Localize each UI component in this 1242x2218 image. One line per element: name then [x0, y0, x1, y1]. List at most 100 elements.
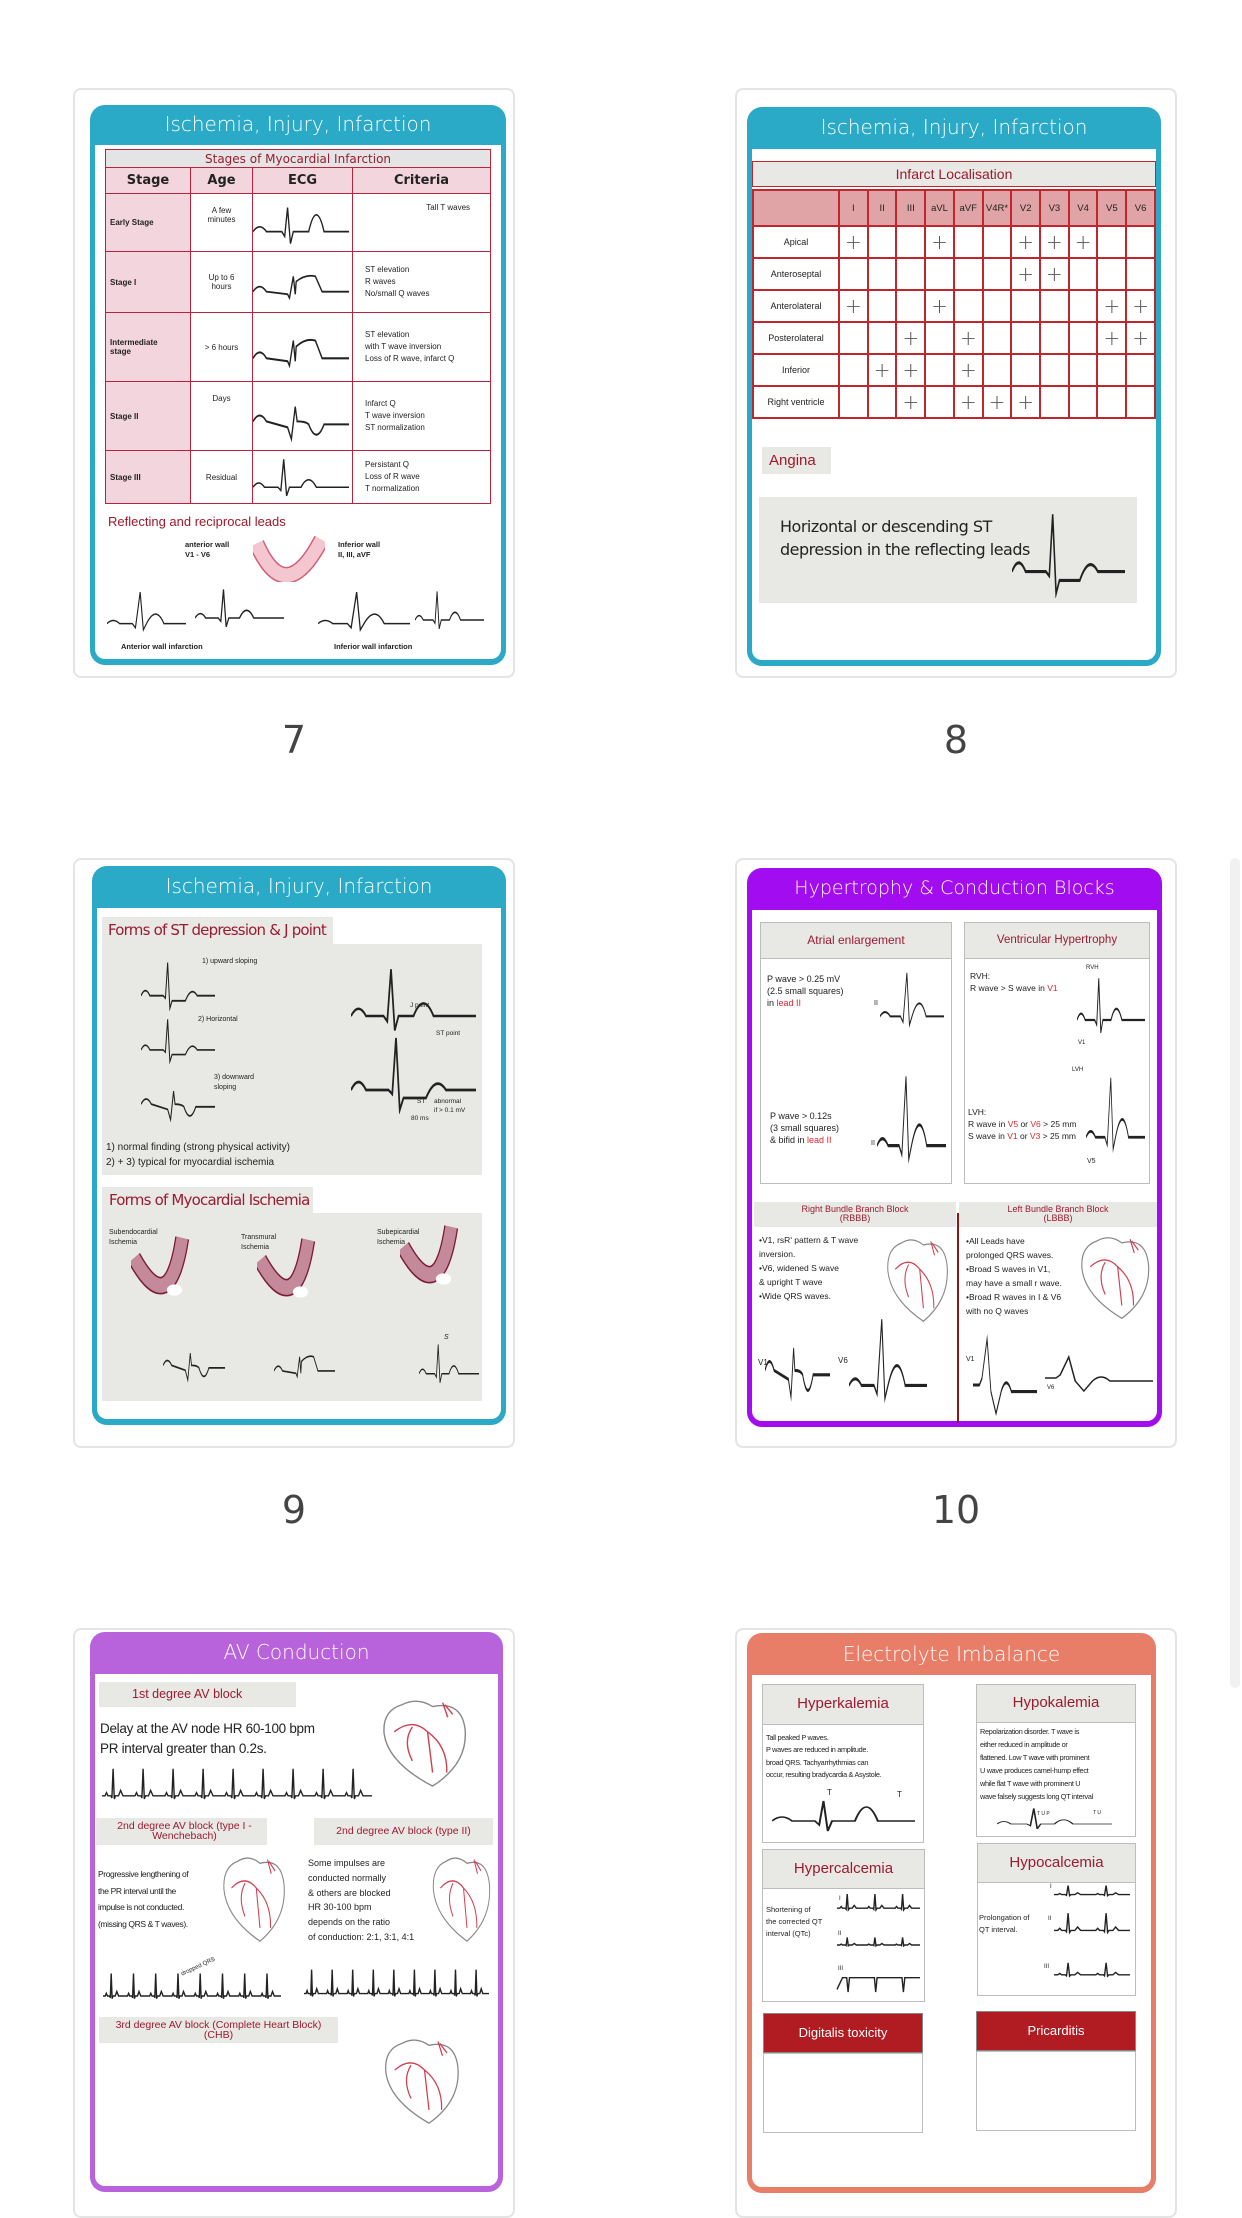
- ecg-lead-iii-icon: [837, 1975, 920, 1993]
- page-thumbnail-7[interactable]: Ischemia, Injury, Infarction Stages of M…: [73, 88, 515, 678]
- heart-conduction-icon: [879, 1232, 953, 1325]
- lead-cell: [1067, 321, 1099, 355]
- note-1: 1) normal finding (strong physical activ…: [106, 1142, 290, 1153]
- ecg-downward-icon: [141, 1073, 215, 1125]
- third-degree-title: 3rd degree AV block (Complete Heart Bloc…: [99, 2017, 338, 2043]
- rbbb-text: •V1, rsR' pattern & T wave inversion. •V…: [759, 1235, 859, 1301]
- plus-mark: +: [1017, 230, 1035, 254]
- ecg-lead-ii-icon: [837, 1937, 920, 1947]
- lead-cell: [981, 289, 1013, 323]
- lead-cell: [924, 321, 955, 355]
- lead-label: III: [1044, 1964, 1050, 1970]
- lead-cell: +: [1010, 257, 1042, 291]
- criteria-cell: Persistant Q Loss of R wave T normalizat…: [351, 450, 492, 504]
- second-degree-type1-text: Progressive lengthening of the PR interv…: [98, 1869, 189, 1929]
- lead-cell: [866, 289, 898, 323]
- lead-cell: +: [838, 225, 869, 259]
- ecg-lead-ii-icon: [1054, 1912, 1130, 1935]
- lead-cell: [1067, 257, 1099, 291]
- box-title: Hypocalcemia: [978, 1844, 1135, 1883]
- lead-highlight: V3: [1029, 1131, 1041, 1141]
- region-label: Posterolateral: [752, 321, 840, 355]
- box-title: Hyperkalemia: [763, 1685, 923, 1725]
- lead-cell: [924, 353, 955, 387]
- table-title: Infarct Localisation: [752, 161, 1156, 187]
- box-title: Ventricular Hypertrophy: [965, 923, 1149, 959]
- inferior-wall-label: Inferior wall II, III, aVF: [338, 540, 381, 559]
- stage-cell: Stage III: [105, 450, 191, 504]
- text: > 25 mm: [1040, 1119, 1077, 1129]
- age-cell: Days: [190, 381, 253, 451]
- column-header: Criteria: [351, 167, 492, 194]
- ecg-strip-path: [1054, 1886, 1130, 1896]
- page-thumbnail-10[interactable]: Hypertrophy & Conduction Blocks Atrial e…: [735, 858, 1177, 1448]
- table-row: Posterolateral + + + +: [752, 321, 1156, 355]
- tu-labels: T U: [1093, 1810, 1101, 1816]
- lead-highlight: V1: [1047, 983, 1058, 993]
- text: or: [1017, 1131, 1030, 1141]
- lead-cell: +: [952, 385, 984, 419]
- lead-cell: [838, 385, 869, 419]
- lead-header: aVL: [924, 189, 955, 227]
- plus-mark: +: [931, 230, 948, 254]
- lead-header: II: [866, 189, 898, 227]
- lead-highlight: lead II: [807, 1135, 832, 1145]
- plus-mark: +: [902, 390, 920, 414]
- first-degree-title: 1st degree AV block: [99, 1682, 296, 1707]
- lead-cell: +: [1096, 289, 1128, 323]
- region-label: Anterolateral: [752, 289, 840, 323]
- ecg-2-icon: [253, 317, 349, 376]
- ecg-subendocardial-icon: [163, 1336, 225, 1385]
- lbbb-title: Left Bundle Branch Block (LBBB): [959, 1202, 1157, 1227]
- ecg-strip-path: [1054, 1963, 1130, 1976]
- scrollbar[interactable]: [1230, 858, 1240, 1688]
- lead-cell: +: [924, 289, 955, 323]
- t-label: T: [827, 1788, 832, 1797]
- ecg-strip-wenckebach-icon: [103, 1972, 281, 2002]
- section-title: Forms of Myocardial Ischemia: [102, 1187, 313, 1214]
- ecg-p-pulmonale-icon: [880, 970, 944, 1028]
- angina-label: Angina: [762, 447, 831, 474]
- heart-conduction-icon: [372, 1693, 473, 1790]
- ecg-strip-path: [1054, 1913, 1130, 1932]
- heart-conduction-icon: [1072, 1230, 1155, 1322]
- plus-mark: +: [988, 390, 1006, 414]
- lvh-label: LVH: [1072, 1067, 1084, 1073]
- ecg-lvh-icon: [1086, 1074, 1145, 1153]
- page-thumbnail-11[interactable]: AV Conduction 1st degree AV block Delay …: [73, 1628, 515, 2218]
- table-row: Anteroseptal + +: [752, 257, 1156, 291]
- hyperkalemia-text: Tall peaked P waves. P waves are reduced…: [766, 1733, 882, 1779]
- plus-mark: +: [1046, 230, 1063, 254]
- page-thumbnail-9[interactable]: Ischemia, Injury, Infarction Forms of ST…: [73, 858, 515, 1448]
- upward-label: 1) upward sloping: [202, 958, 258, 965]
- page-thumbnail-8[interactable]: Ischemia, Injury, Infarction Infarct Loc…: [735, 88, 1177, 678]
- lead-cell: [981, 321, 1013, 355]
- lead-cell: [838, 321, 869, 355]
- age-cell: > 6 hours: [190, 312, 253, 382]
- lead-label: II: [1048, 1916, 1052, 1922]
- lvh-head: LVH:: [968, 1107, 987, 1117]
- lead-cell: [1039, 321, 1070, 355]
- lead-header: V5: [1096, 189, 1128, 227]
- lead-cell: [866, 257, 898, 291]
- note-2: 2) + 3) typical for myocardial ischemia: [106, 1157, 275, 1168]
- criteria-cell: Infarct Q T wave inversion ST normalizat…: [351, 381, 492, 451]
- ecg-strip-path: [304, 1970, 489, 1997]
- lbbb-text: •All Leads have prolonged QRS waves. •Br…: [966, 1236, 1062, 1316]
- 80ms-label: 80 ms: [411, 1115, 429, 1122]
- ecg-p-mitrale-icon: [877, 1072, 946, 1164]
- table-row: Apical + + + + +: [752, 225, 1156, 259]
- lvh-criteria: LVH: R wave in V5 or V6 > 25 mm S wave i…: [968, 1106, 1076, 1142]
- lead-cell: [1096, 225, 1128, 259]
- lead-cell: +: [1096, 321, 1128, 355]
- subendocardial-icon: [131, 1234, 195, 1314]
- page-thumbnail-12[interactable]: Electrolyte Imbalance Hyperkalemia Tall …: [735, 1628, 1177, 2218]
- lead-cell: [1010, 321, 1042, 355]
- column-header: Stage: [105, 167, 191, 194]
- card-title: Ischemia, Injury, Infarction: [820, 115, 1088, 139]
- table-row: Anterolateral + + + +: [752, 289, 1156, 323]
- ecg-cell: [252, 251, 353, 313]
- lead-cell: [866, 385, 898, 419]
- lead-cell: +: [895, 353, 927, 387]
- lead-highlight: lead II: [776, 998, 802, 1008]
